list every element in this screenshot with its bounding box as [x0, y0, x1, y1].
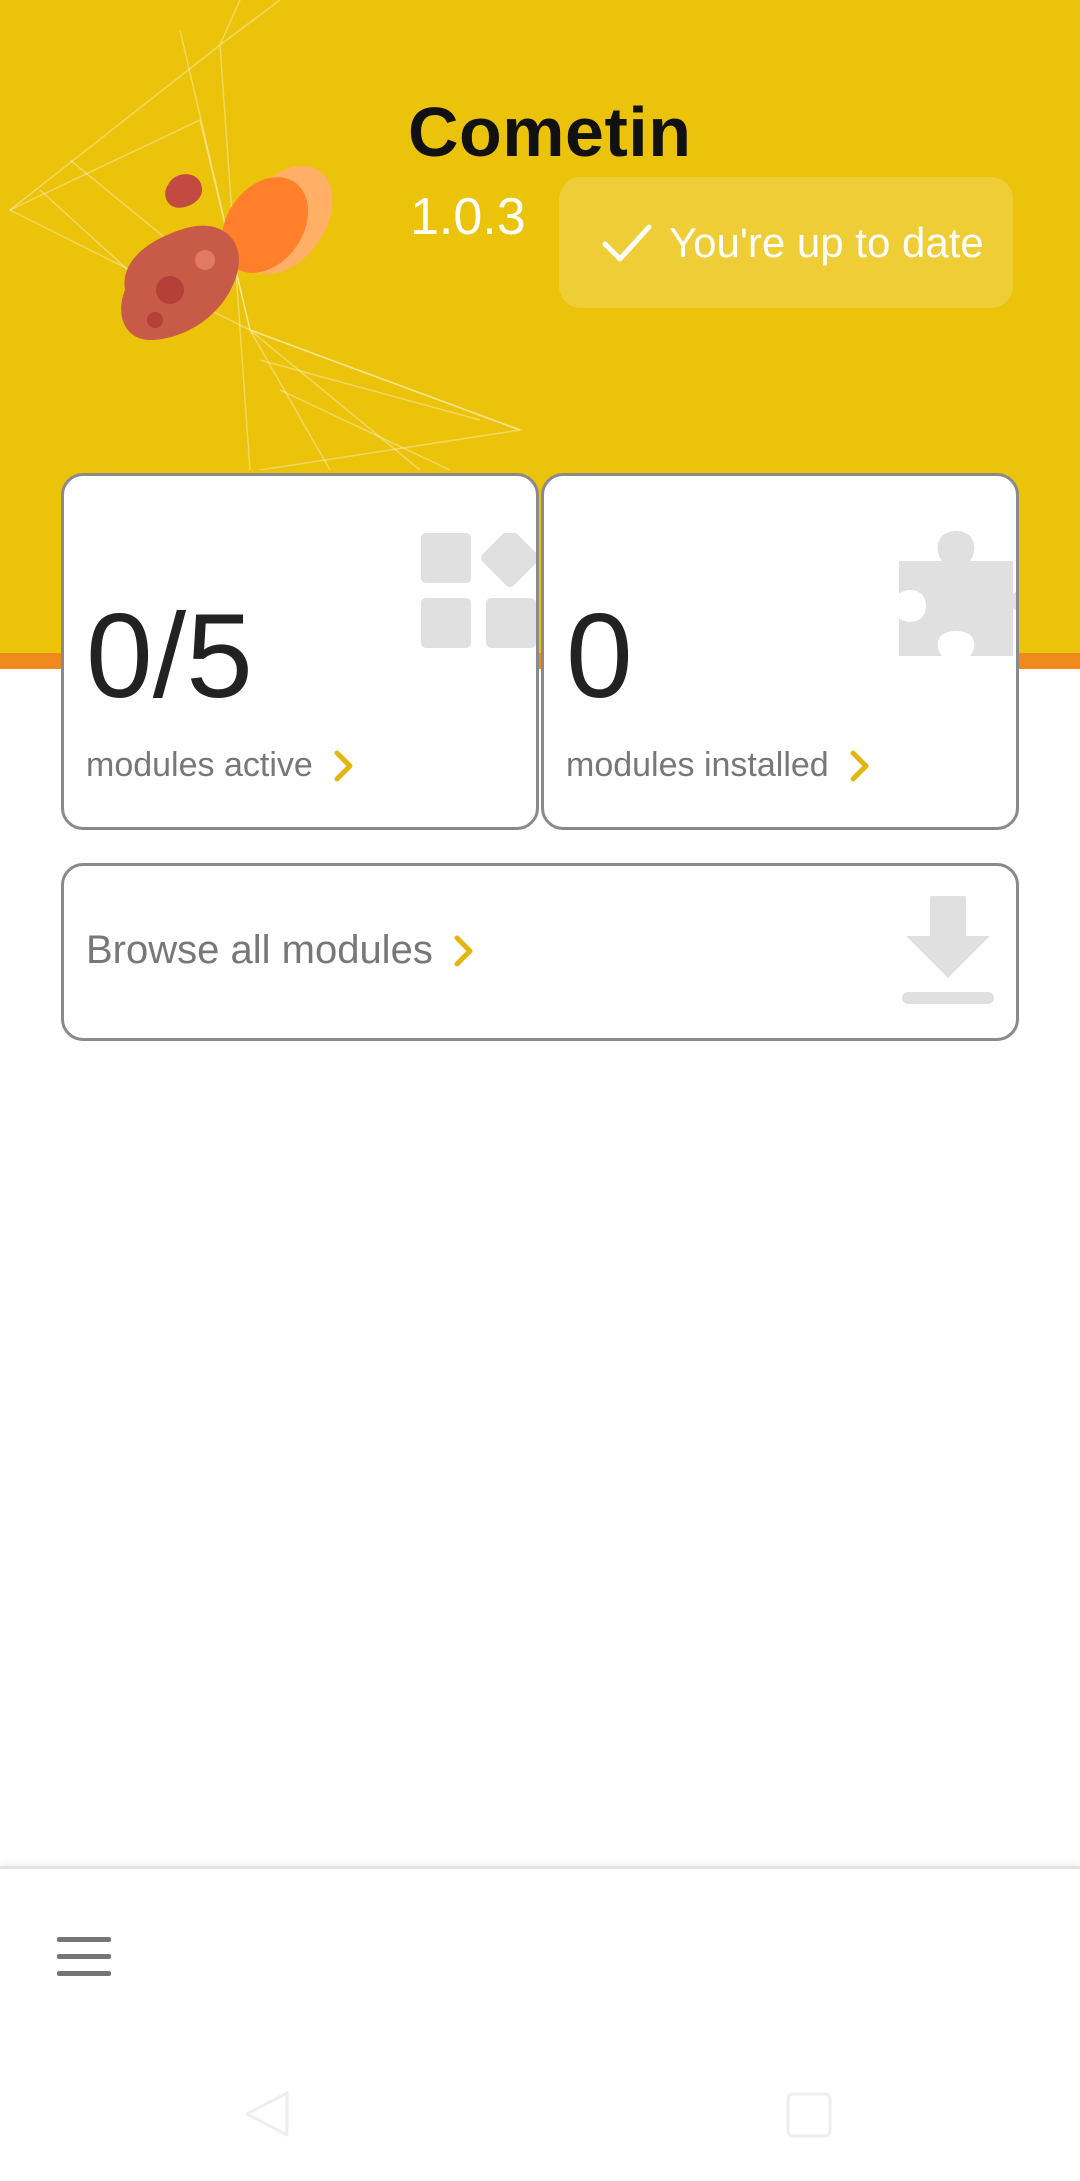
browse-modules-row: Browse all modules: [86, 928, 475, 973]
modules-active-card[interactable]: 0/5 modules active: [61, 473, 539, 830]
hamburger-menu-icon[interactable]: [55, 1935, 113, 1979]
app-version: 1.0.3: [410, 188, 526, 246]
modules-installed-card[interactable]: 0 modules installed: [541, 473, 1019, 830]
chevron-right-icon: [454, 935, 473, 966]
modules-installed-label: modules installed: [566, 746, 829, 784]
comet-icon: [121, 165, 333, 340]
chevron-right-icon: [334, 750, 353, 781]
chevron-right-icon: [850, 750, 869, 781]
modules-active-row: modules active: [86, 746, 355, 785]
check-icon: [602, 224, 652, 261]
modules-grid-icon: [421, 533, 536, 648]
browse-modules-card[interactable]: Browse all modules: [61, 863, 1019, 1041]
recent-apps-icon[interactable]: [785, 2091, 833, 2139]
update-status-badge[interactable]: You're up to date: [559, 177, 1013, 308]
download-icon: [902, 896, 994, 1004]
modules-installed-count: 0: [566, 589, 633, 723]
bottom-app-bar: [0, 1866, 1080, 2181]
modules-active-label: modules active: [86, 746, 313, 784]
update-status-text: You're up to date: [669, 218, 984, 266]
app-title: Cometin: [408, 93, 692, 171]
main-screen: Cometin 1.0.3 You're up to date 0/5 modu…: [0, 0, 1080, 2181]
modules-installed-row: modules installed: [566, 746, 871, 785]
puzzle-icon: [899, 531, 1016, 656]
browse-modules-label: Browse all modules: [86, 928, 433, 972]
modules-active-count: 0/5: [86, 589, 253, 723]
back-icon[interactable]: [243, 2089, 293, 2139]
